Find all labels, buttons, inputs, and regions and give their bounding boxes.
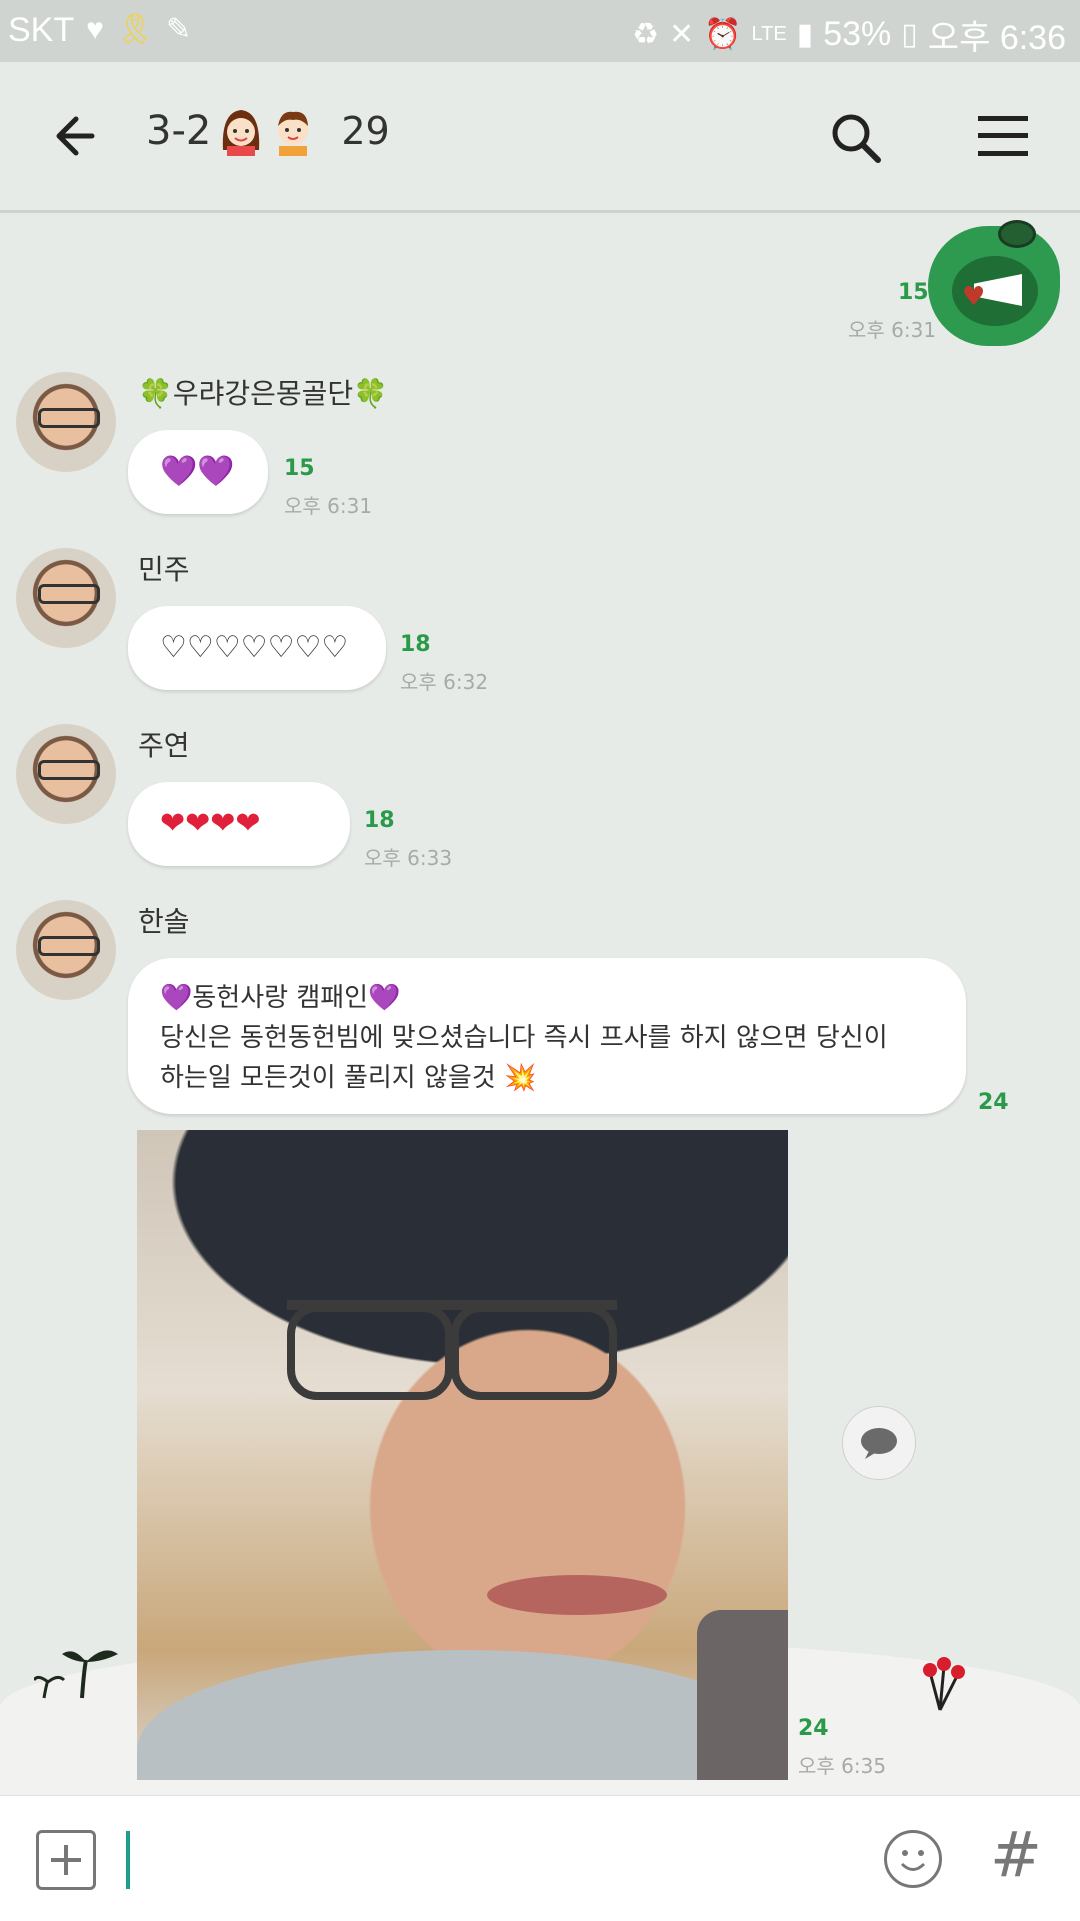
photo-phone (697, 1610, 788, 1780)
speech-bubble-icon (861, 1428, 897, 1459)
battery-icon: ▯ (901, 17, 918, 51)
message-input[interactable] (126, 1831, 130, 1889)
unread-count: 18 (400, 632, 431, 657)
plus-icon[interactable] (36, 1830, 96, 1890)
avatar[interactable] (16, 900, 116, 1000)
status-bar: SKT ♥ 🎗 ✎ ♻ ✕ ⏰ LTE ▮ 53% ▯ 오후 6:36 (0, 0, 1080, 62)
unread-count: 15 (898, 280, 929, 305)
yellow-ribbon-icon: 🎗 (115, 13, 155, 46)
unread-count: 24 (978, 1090, 1009, 1115)
message-time: 오후 6:33 (364, 846, 453, 870)
chat-header: 3-2 29 (0, 62, 1080, 213)
avatar[interactable] (16, 724, 116, 824)
alarm-icon: ⏰ (704, 17, 742, 51)
message-line: 하는일 모든것이 풀리지 않을것 💥 (160, 1063, 537, 1093)
message-time: 오후 6:31 (848, 318, 937, 342)
member-count: 29 (341, 109, 390, 153)
share-button[interactable] (842, 1406, 916, 1480)
sticker-eye (998, 220, 1036, 248)
sender-name: 🍀우랴강은몽골단🍀 (138, 377, 389, 410)
message-text: ♡♡♡♡♡♡♡ (160, 630, 349, 665)
unread-count: 15 (284, 456, 315, 481)
sender-name: 민주 (138, 553, 190, 586)
heart-icon: ♥ (962, 282, 986, 312)
sender-name: 주연 (138, 729, 190, 762)
back-arrow-icon[interactable] (48, 106, 108, 166)
avatar[interactable] (16, 372, 116, 472)
message-input-bar: # (0, 1795, 1080, 1921)
photo-message[interactable] (137, 1130, 788, 1780)
battery-percent: 53% (823, 15, 892, 53)
boy-emoji-icon (271, 106, 315, 156)
unread-count: 18 (364, 808, 395, 833)
carrier-label: SKT (8, 10, 75, 49)
message-text: ❤❤❤❤ (160, 806, 261, 841)
search-icon[interactable] (826, 108, 886, 168)
message-bubble[interactable]: ♡♡♡♡♡♡♡ (128, 606, 386, 690)
message-line: 💜동헌사랑 캠패인💜 (160, 983, 401, 1013)
photo-shirt (137, 1650, 788, 1780)
room-name: 3-2 (146, 108, 212, 154)
hash-icon[interactable]: # (990, 1818, 1042, 1891)
unread-count: 24 (798, 1716, 829, 1741)
message-bubble[interactable]: 💜동헌사랑 캠패인💜 당신은 동헌동헌빔에 맞으셨습니다 즉시 프사를 하지 않… (128, 958, 966, 1114)
photo-glasses (287, 1300, 617, 1400)
heart-icon: ♥ (86, 13, 104, 46)
message-bubble[interactable]: ❤❤❤❤ (128, 782, 350, 866)
sticker-message[interactable]: ♥ (928, 220, 1060, 346)
sprout-icon (34, 1650, 118, 1699)
berries-icon (923, 1657, 965, 1711)
clock: 오후 6:36 (927, 19, 1066, 57)
message-bubble[interactable]: 💜💜 (128, 430, 268, 514)
emoji-icon[interactable] (884, 1830, 942, 1888)
message-text: 💜💜 (160, 454, 235, 489)
signal-icon: ▮ (796, 17, 814, 51)
chat-title: 3-2 29 (146, 106, 390, 156)
message-time: 오후 6:32 (400, 670, 489, 694)
message-line: 당신은 동헌동헌빔에 맞으셨습니다 즉시 프사를 하지 않으면 당신이 (160, 1023, 888, 1053)
girl-emoji-icon (219, 106, 263, 156)
menu-icon[interactable] (976, 114, 1030, 158)
message-time: 오후 6:31 (284, 494, 373, 518)
feather-icon: ✎ (166, 13, 192, 46)
avatar[interactable] (16, 548, 116, 648)
sender-name: 한솔 (138, 905, 190, 938)
mute-icon: ✕ (669, 17, 695, 51)
photo-mouth (487, 1575, 667, 1615)
message-time: 오후 6:35 (798, 1754, 887, 1778)
network-label: LTE (751, 23, 787, 45)
recycle-icon: ♻ (632, 17, 660, 51)
